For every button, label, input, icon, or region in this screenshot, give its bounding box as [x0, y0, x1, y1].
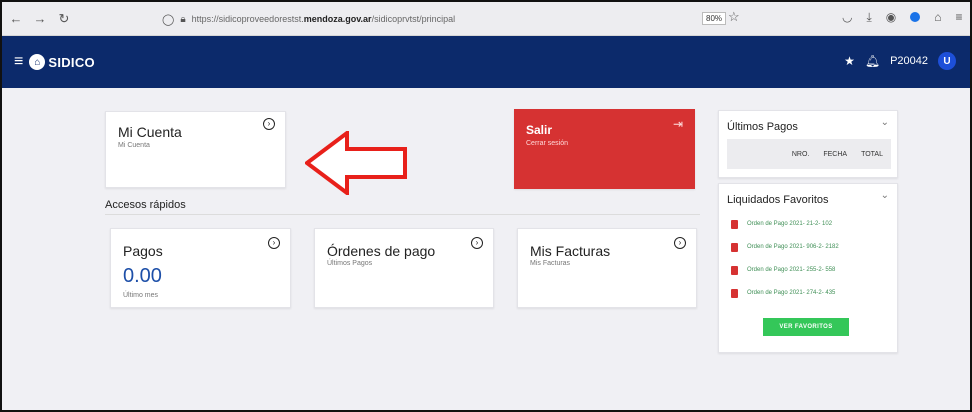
download-icon[interactable]: ⤓ — [866, 10, 871, 25]
lock-icon: 🔒︎ — [180, 13, 186, 25]
orden-link[interactable]: Orden de Pago 2021- 21-2- 102 — [747, 221, 832, 227]
salir-subtitle: Cerrar sesión — [526, 140, 569, 147]
trash-icon[interactable] — [731, 288, 738, 298]
url-text: https://sidicoproveedorestst.mendoza.gov… — [191, 14, 456, 24]
facturas-subtitle: Mis Facturas — [530, 260, 571, 267]
forward-icon[interactable]: → — [30, 11, 50, 26]
pagos-subtitle: Último mes — [123, 292, 159, 299]
back-icon[interactable]: ← — [6, 11, 26, 26]
mi-cuenta-card[interactable]: Mi Cuenta Mi Cuenta › — [105, 111, 286, 188]
chevron-down-icon[interactable]: ⌄ — [881, 190, 889, 201]
avatar[interactable]: U — [938, 52, 956, 70]
list-item[interactable]: Orden de Pago 2021- 906-2- 2182 — [729, 237, 889, 257]
trash-icon[interactable] — [731, 219, 738, 229]
notifications-bell-icon[interactable]: 🔔︎ — [865, 54, 880, 68]
salir-card[interactable]: Salir Cerrar sesión ⇥ — [514, 109, 695, 189]
ver-favoritos-button[interactable]: VER FAVORITOS — [763, 318, 849, 336]
header-actions: ★ 🔔︎ P20042 U — [844, 52, 956, 70]
orden-link[interactable]: Orden de Pago 2021- 274-2- 435 — [747, 290, 835, 296]
list-item[interactable]: Orden de Pago 2021- 21-2- 102 — [729, 214, 889, 234]
column-header-nro: NRO. — [791, 150, 810, 158]
mi-cuenta-title: Mi Cuenta — [118, 124, 182, 140]
logout-icon[interactable]: ⇥ — [673, 117, 683, 131]
list-item[interactable]: Orden de Pago 2021- 255-2- 558 — [729, 260, 889, 280]
username[interactable]: P20042 — [890, 55, 928, 67]
profile-dot-icon[interactable] — [910, 12, 921, 22]
ordenes-de-pago-card[interactable]: Órdenes de pago Últimos Pagos › — [314, 228, 494, 308]
browser-toolbar: ← → ↻ ◯ 🔒︎ https://sidicoproveedorestst.… — [2, 2, 970, 36]
pagos-amount: 0.00 — [123, 265, 162, 287]
trash-icon[interactable] — [731, 242, 738, 252]
account-icon[interactable]: ◉ — [886, 10, 896, 25]
menu-icon[interactable]: ≡ — [956, 10, 963, 25]
pocket-icon[interactable]: ◡ — [842, 10, 852, 25]
ultimos-pagos-panel: Últimos Pagos ⌄ NRO. FECHA TOTAL — [718, 110, 898, 178]
bookmark-star-icon[interactable]: ☆ — [728, 9, 740, 25]
salir-title: Salir — [526, 123, 553, 137]
ordenes-title: Órdenes de pago — [327, 243, 436, 259]
pagos-card[interactable]: Pagos 0.00 Último mes › — [110, 228, 291, 308]
go-arrow-icon[interactable]: › — [263, 118, 275, 130]
mis-facturas-card[interactable]: Mis Facturas Mis Facturas › — [517, 228, 697, 308]
trash-icon[interactable] — [731, 265, 738, 275]
go-arrow-icon[interactable]: › — [268, 237, 280, 249]
app-logo[interactable]: ⌂ SIDICO — [29, 54, 95, 70]
annotation-arrow-icon — [305, 131, 407, 195]
accesos-rapidos-heading: Accesos rápidos — [105, 199, 186, 211]
orden-link[interactable]: Orden de Pago 2021- 906-2- 2182 — [747, 244, 839, 250]
screenshot-frame: ← → ↻ ◯ 🔒︎ https://sidicoproveedorestst.… — [0, 0, 972, 412]
mi-cuenta-subtitle: Mi Cuenta — [118, 142, 150, 149]
pagos-table-header: NRO. FECHA TOTAL — [727, 139, 891, 169]
ordenes-subtitle: Últimos Pagos — [327, 260, 373, 267]
facturas-title: Mis Facturas — [530, 243, 611, 259]
liquidados-title: Liquidados Favoritos — [727, 194, 829, 206]
go-arrow-icon[interactable]: › — [674, 237, 686, 249]
app-header: ≡ ⌂ SIDICO ★ 🔔︎ P20042 U — [2, 36, 970, 88]
app-name: SIDICO — [48, 54, 95, 70]
browser-extension-icons: ◡ ⤓ ◉ ⌂ ≡ — [842, 10, 963, 25]
ultimos-pagos-title: Últimos Pagos — [727, 121, 798, 133]
column-header-fecha: FECHA — [823, 150, 848, 158]
hamburger-menu-icon[interactable]: ≡ — [14, 53, 23, 71]
extensions-icon[interactable]: ⌂ — [934, 10, 941, 25]
zoom-level[interactable]: 80% — [702, 12, 727, 25]
column-header-total: TOTAL — [861, 150, 883, 158]
shield-icon: ◯ — [162, 13, 175, 26]
list-item[interactable]: Orden de Pago 2021- 274-2- 435 — [729, 283, 889, 303]
liquidados-favoritos-panel: Liquidados Favoritos ⌄ Orden de Pago 202… — [718, 183, 898, 353]
logo-mark-icon: ⌂ — [29, 54, 46, 70]
chevron-down-icon[interactable]: ⌄ — [881, 117, 889, 128]
address-bar[interactable]: ◯ 🔒︎ https://sidicoproveedorestst.mendoz… — [162, 8, 542, 30]
favoritos-list: Orden de Pago 2021- 21-2- 102 Orden de P… — [729, 214, 889, 306]
reload-icon[interactable]: ↻ — [54, 11, 74, 27]
favorites-star-icon[interactable]: ★ — [844, 54, 855, 68]
section-divider — [105, 214, 700, 215]
orden-link[interactable]: Orden de Pago 2021- 255-2- 558 — [747, 267, 835, 273]
go-arrow-icon[interactable]: › — [471, 237, 483, 249]
pagos-title: Pagos — [123, 243, 163, 259]
